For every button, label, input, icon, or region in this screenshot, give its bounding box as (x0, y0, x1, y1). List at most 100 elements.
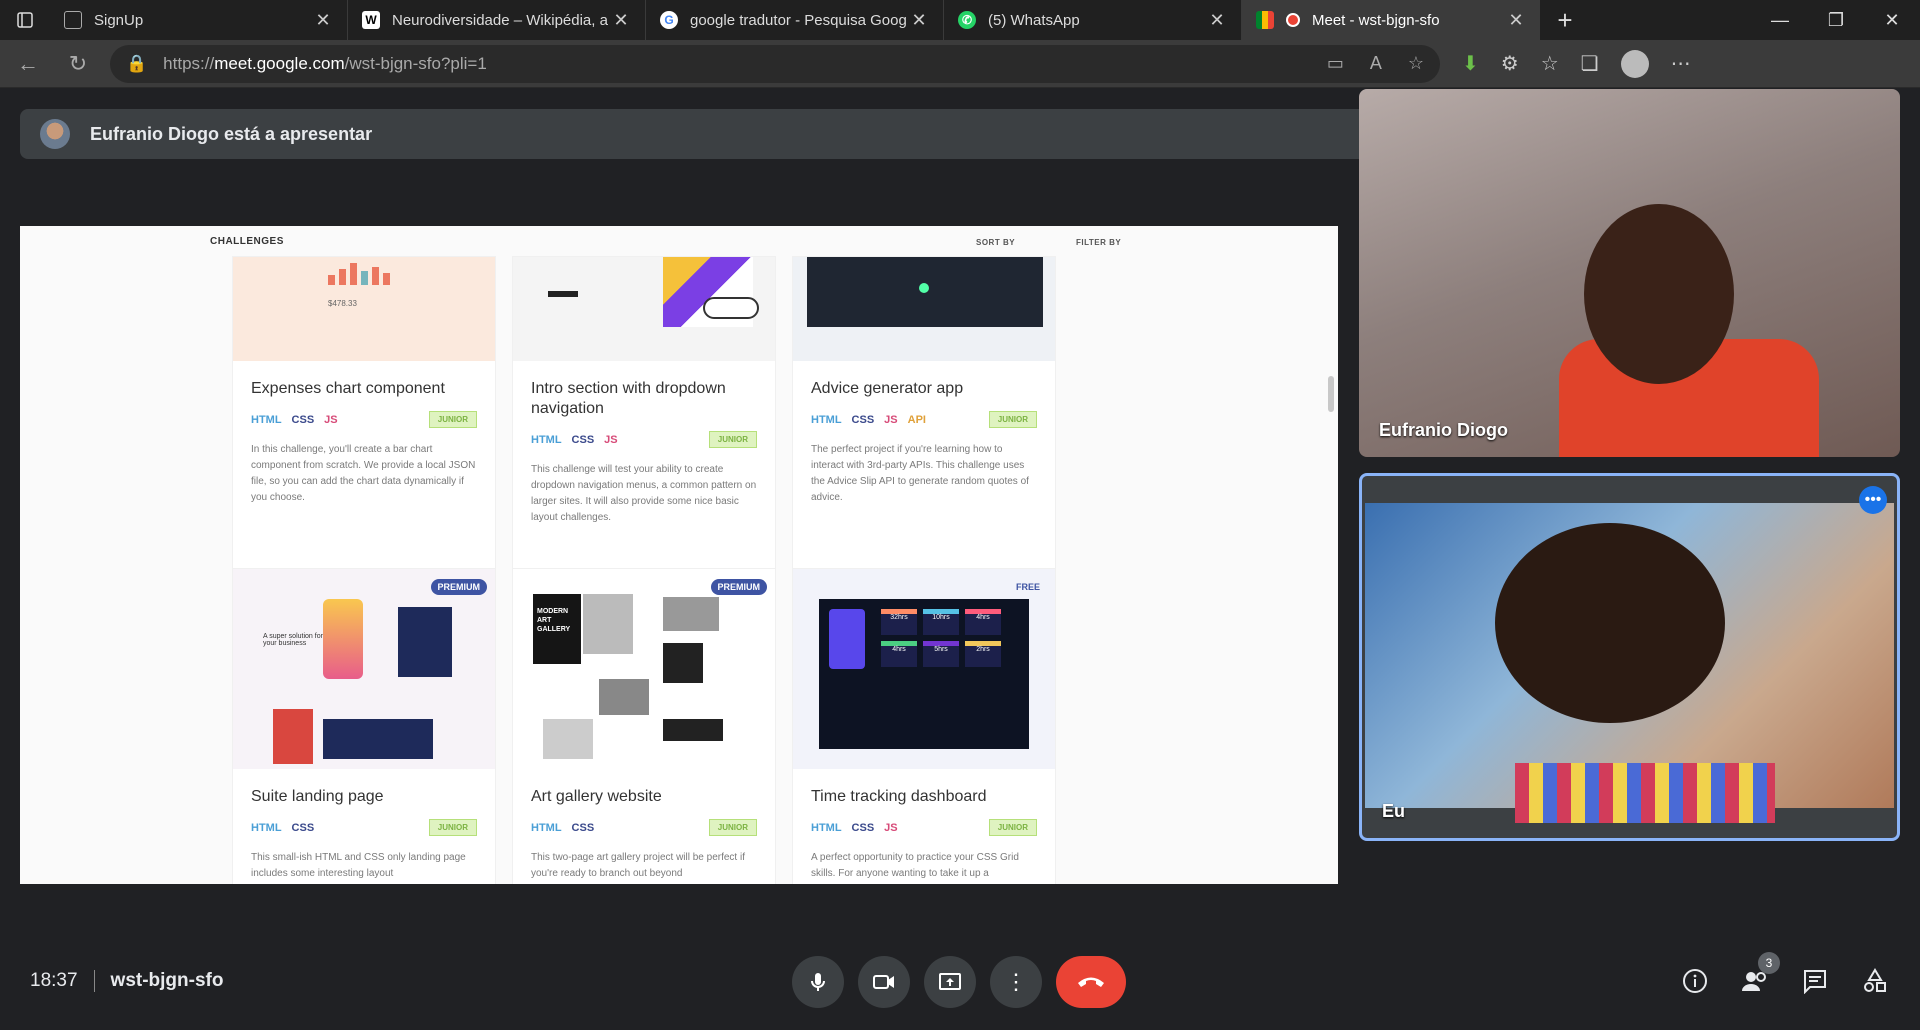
refresh-icon[interactable]: ↻ (56, 44, 100, 84)
tag-css: CSS (571, 821, 595, 834)
card-title[interactable]: Intro section with dropdown navigation (513, 361, 775, 419)
tag-js: JS (324, 413, 338, 426)
level-badge: JUNIOR (988, 411, 1037, 428)
card-thumbnail (513, 257, 775, 361)
card-tags: HTML CSS JUNIOR (513, 807, 775, 836)
more-vertical-icon: ⋮ (1005, 969, 1027, 994)
meeting-code: wst-bjgn-sfo (110, 970, 224, 991)
profile-avatar[interactable] (1620, 49, 1649, 78)
card-description: This small-ish HTML and CSS only landing… (251, 852, 466, 879)
level-badge: JUNIOR (428, 411, 477, 428)
tag-api: API (907, 413, 926, 426)
card-tags: HTML CSS JS JUNIOR (513, 419, 775, 448)
thumb-text: MODERN ART GALLERY (537, 608, 571, 633)
tag-html: HTML (531, 433, 562, 446)
participant-tile[interactable]: Eufranio Diogo (1359, 89, 1900, 457)
tab-signup[interactable]: SignUp ✕ (50, 0, 348, 40)
favorites-icon[interactable]: ☆ (1541, 51, 1559, 76)
collections-icon[interactable]: ❏ (1581, 51, 1599, 76)
tag-html: HTML (811, 413, 842, 426)
more-menu-icon[interactable]: ⋯ (1671, 51, 1691, 76)
tab-actions-icon (17, 12, 33, 28)
card-title[interactable]: Advice generator app (793, 361, 1055, 399)
card-description: This challenge will test your ability to… (531, 464, 757, 523)
extensions-icon[interactable]: ⚙ (1501, 51, 1519, 76)
chat-icon[interactable] (1800, 966, 1830, 996)
tab-whatsapp[interactable]: ✆ (5) WhatsApp ✕ (944, 0, 1242, 40)
free-badge: FREE (1015, 582, 1040, 592)
tab-label: google tradutor - Pesquisa Goog (690, 11, 907, 29)
microphone-button[interactable] (792, 956, 844, 1008)
tab-label: Neurodiversidade – Wikipédia, a (392, 11, 608, 29)
level-badge: JUNIOR (988, 819, 1037, 836)
omnibox-icons: ▭ A ☆ (1327, 53, 1424, 74)
end-call-button[interactable] (1056, 956, 1126, 1008)
tab-label: (5) WhatsApp (988, 11, 1080, 29)
read-aloud-icon[interactable]: A (1370, 53, 1382, 74)
new-tab-button[interactable]: + (1540, 0, 1590, 40)
more-options-button[interactable]: ⋮ (990, 956, 1042, 1008)
tab-actions-button[interactable] (0, 0, 50, 40)
self-video (1515, 763, 1775, 823)
thumb-value: 5hrs (923, 641, 959, 667)
level-badge: JUNIOR (428, 819, 477, 836)
lock-icon: 🔒 (126, 53, 148, 73)
whatsapp-icon: ✆ (958, 11, 976, 29)
close-tab-icon[interactable]: ✕ (313, 10, 333, 31)
restore-icon[interactable]: ❐ (1808, 0, 1864, 40)
more-options-icon[interactable]: ••• (1859, 486, 1887, 514)
add-favorite-icon[interactable]: ☆ (1408, 53, 1424, 74)
card-title[interactable]: Suite landing page (233, 769, 495, 807)
card-thumbnail: MODERN ART GALLERY PREMIUM (513, 569, 775, 769)
self-tile[interactable]: ••• Eu (1359, 473, 1900, 841)
microphone-icon (811, 973, 825, 991)
shared-screen-content: CHALLENGES SORT BY FILTER BY $478.33 Exp… (210, 226, 1140, 884)
thumb-text: A super solution for your business (263, 633, 323, 647)
card-title[interactable]: Art gallery website (513, 769, 775, 807)
download-extension-icon[interactable]: ⬇ (1462, 51, 1479, 76)
close-tab-icon[interactable]: ✕ (611, 10, 631, 31)
minimize-icon[interactable]: — (1752, 0, 1808, 40)
meeting-time: 18:37 (30, 970, 78, 991)
url-host: meet.google.com (214, 53, 345, 73)
tab-wikipedia[interactable]: W Neurodiversidade – Wikipédia, a ✕ (348, 0, 646, 40)
card-title[interactable]: Expenses chart component (233, 361, 495, 399)
url-input[interactable]: 🔒 https://meet.google.com/wst-bjgn-sfo?p… (110, 44, 1440, 83)
card-tags: HTML CSS JS API JUNIOR (793, 399, 1055, 428)
side-controls: 3 (1680, 952, 1890, 996)
sort-by-label: SORT BY (976, 238, 1016, 247)
thumb-value: 2hrs (965, 641, 1001, 667)
browser-tab-bar: SignUp ✕ W Neurodiversidade – Wikipédia,… (0, 0, 1920, 40)
tag-html: HTML (251, 821, 282, 834)
tab-meet[interactable]: Meet - wst-bjgn-sfo ✕ (1242, 0, 1540, 40)
close-tab-icon[interactable]: ✕ (1506, 10, 1526, 31)
close-tab-icon[interactable]: ✕ (1207, 10, 1227, 31)
meeting-details-icon[interactable] (1680, 966, 1710, 996)
challenge-card: A super solution for your business PREMI… (232, 568, 496, 884)
activities-icon[interactable] (1860, 966, 1890, 996)
camera-permission-icon[interactable]: ▭ (1327, 53, 1344, 74)
challenge-card: MODERN ART GALLERY PREMIUM Art gallery w… (512, 568, 776, 884)
thumb-value: 10hrs (923, 609, 959, 635)
people-icon[interactable]: 3 (1740, 952, 1780, 996)
close-window-icon[interactable]: ✕ (1864, 0, 1920, 40)
tag-js: JS (884, 413, 898, 426)
call-controls: ⋮ (792, 956, 1126, 1008)
premium-badge: PREMIUM (710, 579, 767, 595)
self-video (1365, 503, 1894, 823)
camera-button[interactable] (858, 956, 910, 1008)
camera-icon (873, 975, 894, 989)
card-title[interactable]: Time tracking dashboard (793, 769, 1055, 807)
challenges-title: CHALLENGES (210, 236, 284, 247)
tag-css: CSS (851, 821, 875, 834)
participant-video (1584, 204, 1734, 384)
close-tab-icon[interactable]: ✕ (909, 10, 929, 31)
tab-label: SignUp (94, 11, 144, 29)
tab-google-search[interactable]: G google tradutor - Pesquisa Goog ✕ (646, 0, 944, 40)
wikipedia-icon: W (362, 11, 380, 29)
tag-js: JS (604, 433, 618, 446)
present-screen-button[interactable] (924, 956, 976, 1008)
back-icon[interactable]: ← (6, 44, 50, 84)
recording-icon (1286, 13, 1300, 27)
level-badge: JUNIOR (708, 819, 757, 836)
